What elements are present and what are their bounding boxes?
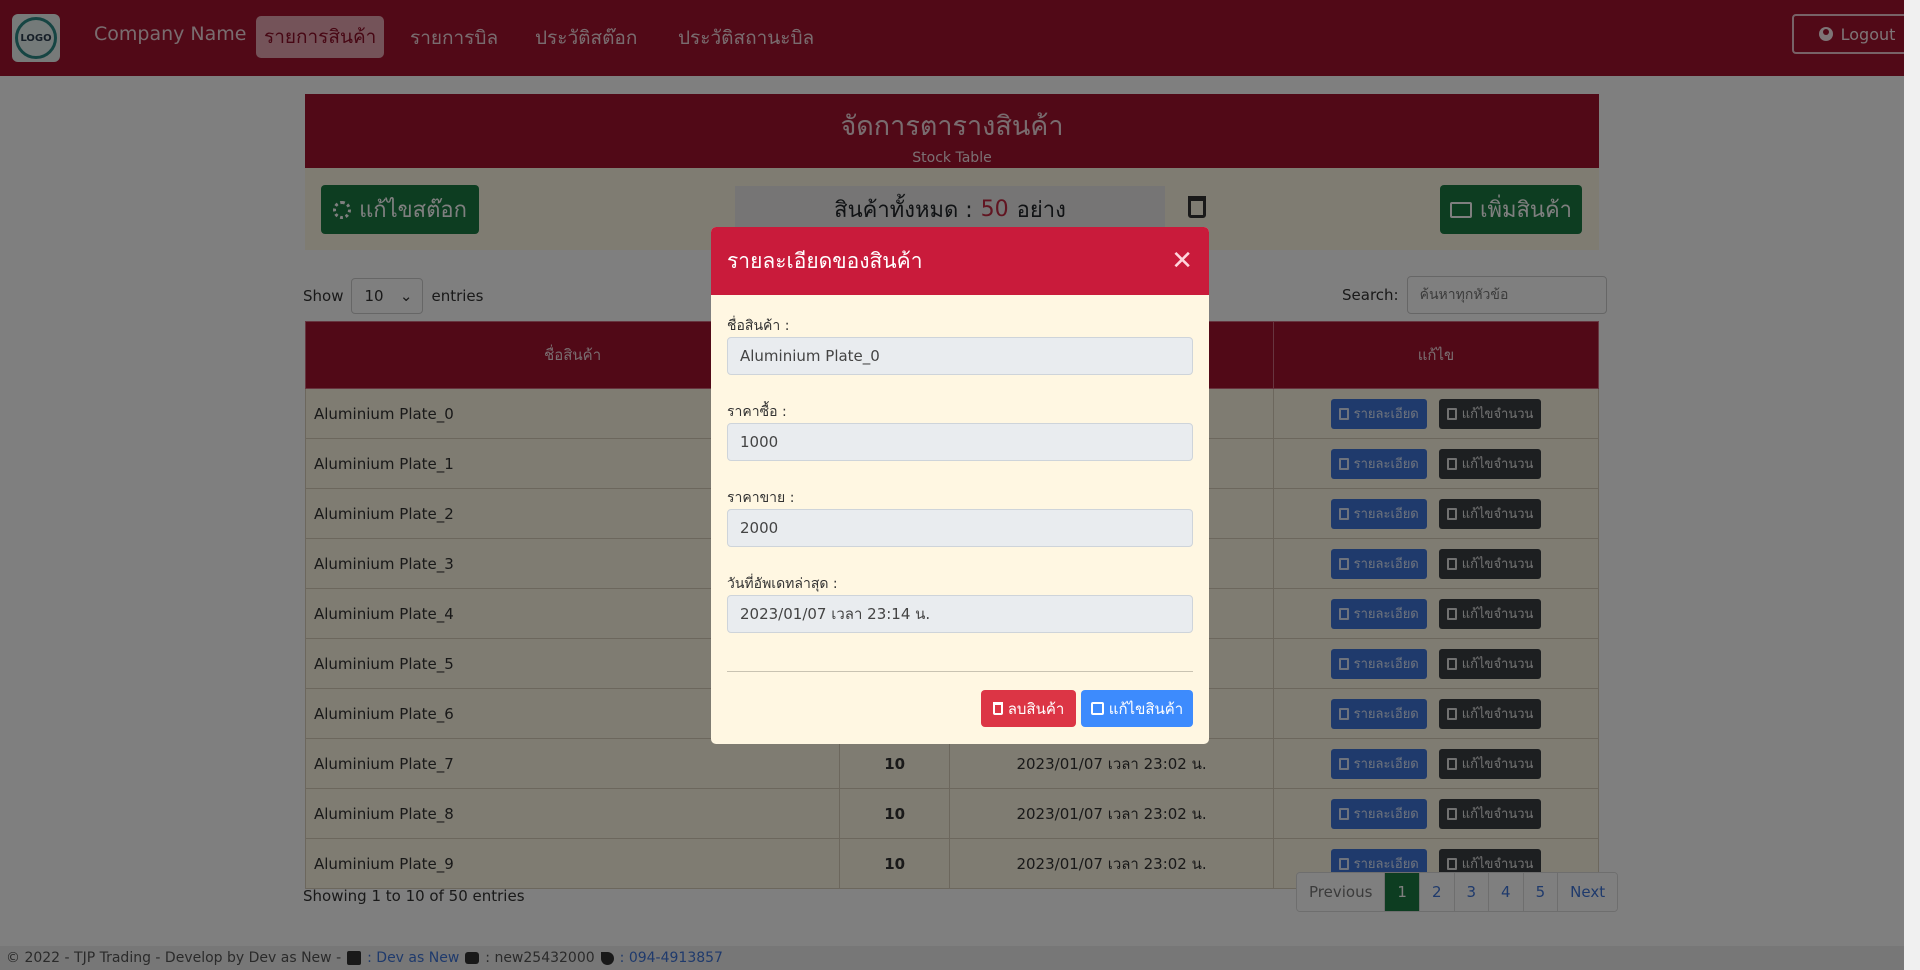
delete-product-label: ลบสินค้า <box>1007 699 1065 718</box>
sell-price-field[interactable]: 2000 <box>727 509 1193 547</box>
page-scrollbar[interactable] <box>1904 0 1920 970</box>
product-name-label: ชื่อสินค้า : <box>727 318 790 334</box>
last-updated-label: วันที่อัพเดทล่าสุด : <box>727 576 838 592</box>
edit-product-label: แก้ไขสินค้า <box>1108 699 1184 718</box>
buy-price-field[interactable]: 1000 <box>727 423 1193 461</box>
modal-title: รายละเอียดของสินค้า <box>727 248 923 273</box>
close-icon[interactable]: ✕ <box>1171 248 1193 274</box>
buy-price-label: ราคาซื้อ : <box>727 404 787 420</box>
modal-divider <box>727 671 1193 672</box>
delete-product-button[interactable]: ลบสินค้า <box>981 690 1076 727</box>
edit-icon <box>1090 702 1104 715</box>
trash-icon <box>992 702 1003 715</box>
edit-product-button[interactable]: แก้ไขสินค้า <box>1081 690 1193 727</box>
modal-header: รายละเอียดของสินค้า ✕ <box>711 227 1209 295</box>
product-detail-modal: รายละเอียดของสินค้า ✕ ชื่อสินค้า : Alumi… <box>711 227 1209 744</box>
sell-price-label: ราคาขาย : <box>727 490 795 506</box>
last-updated-field[interactable]: 2023/01/07 เวลา 23:14 น. <box>727 595 1193 633</box>
product-name-field[interactable]: Aluminium Plate_0 <box>727 337 1193 375</box>
